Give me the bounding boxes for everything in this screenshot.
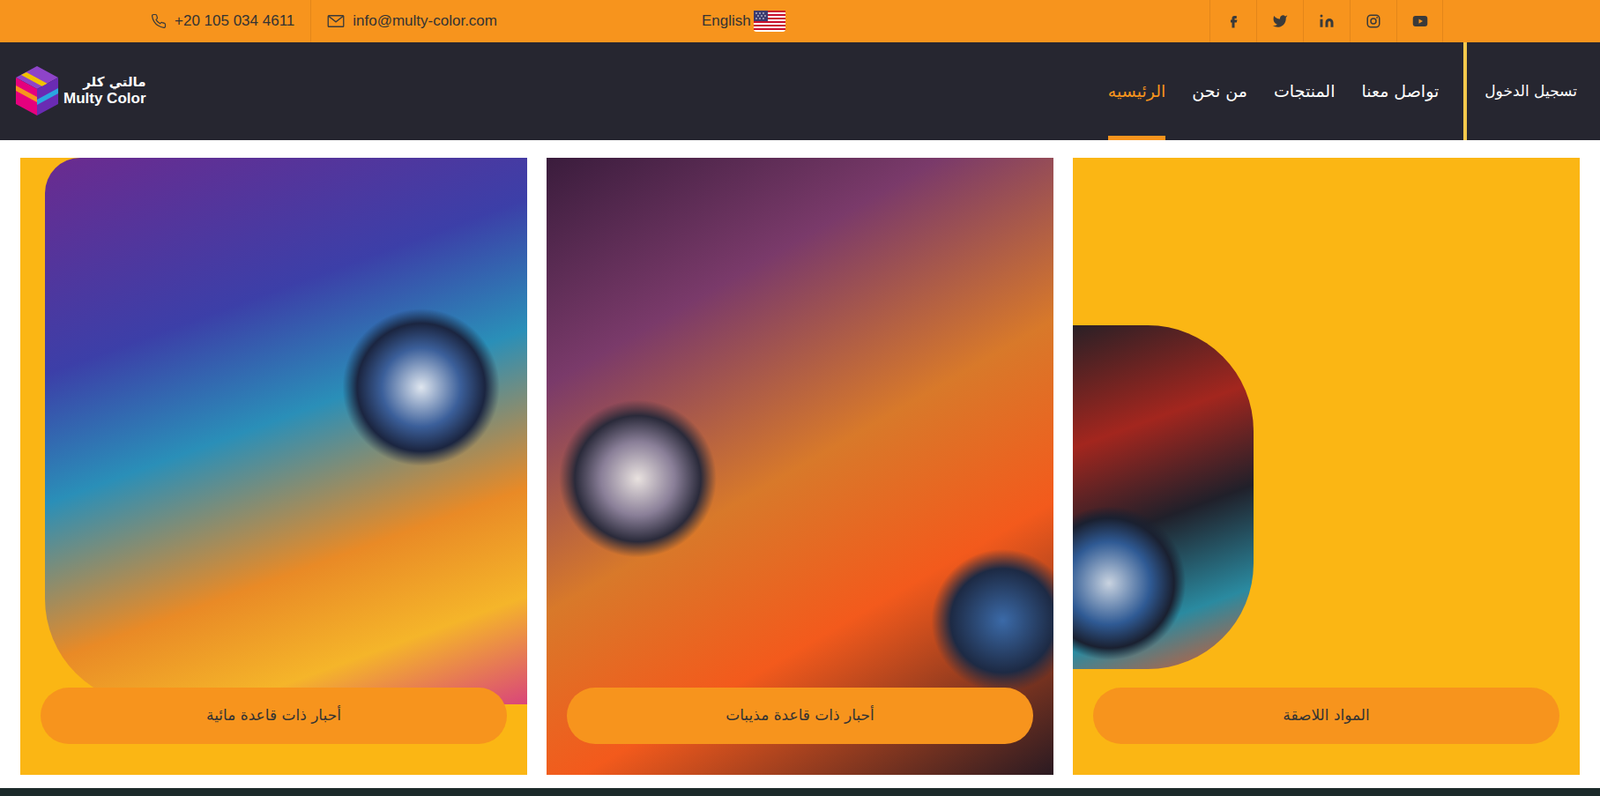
social-link[interactable] — [1256, 0, 1303, 43]
email-icon — [327, 14, 345, 29]
logo-cube-icon — [12, 64, 62, 120]
category-button[interactable]: أحبار ذات قاعدة مذيبات — [566, 687, 1034, 745]
category-label: أحبار ذات قاعدة مذيبات — [725, 704, 875, 728]
phone-icon — [150, 13, 167, 30]
nav-item-label: المنتجات — [1273, 78, 1335, 105]
youtube-icon — [1412, 13, 1429, 30]
category-button[interactable]: أحبار ذات قاعدة مائية — [40, 687, 507, 745]
footer-strip — [0, 788, 1600, 796]
category-button[interactable]: المواد اللاصقة — [1093, 687, 1560, 745]
logo-arabic: مالتي كلر — [82, 74, 146, 90]
language-switch[interactable]: English — [701, 0, 786, 43]
us-flag-icon — [753, 10, 786, 32]
top-bar: +20 105 034 4611 info@multy-color.com Engl… — [0, 0, 1600, 43]
nav-item-label: الرئيسيه — [1108, 78, 1166, 105]
category-card[interactable]: المواد اللاصقة — [1072, 157, 1580, 775]
categories: أحبار ذات قاعدة مائية أحبار ذات قاعدة مذي… — [0, 140, 1600, 789]
main-nav: مالتي كلرMulty Color الرئيسيه من نحن المنتج… — [0, 42, 1600, 141]
card-photo — [1072, 325, 1254, 670]
login-link[interactable]: تسجيل الدخول — [1463, 42, 1600, 141]
card-photo — [44, 157, 528, 705]
email[interactable]: info@multy-color.com — [311, 0, 498, 43]
language-text: English — [701, 9, 752, 33]
card-photo — [546, 157, 1054, 775]
login-text: تسجيل الدخول — [1484, 80, 1578, 104]
linkedin-icon — [1318, 13, 1335, 30]
instagram-icon — [1365, 13, 1382, 30]
email-text: info@multy-color.com — [352, 9, 498, 33]
category-card[interactable]: أحبار ذات قاعدة مذيبات — [546, 157, 1054, 775]
nav-item[interactable]: الرئيسيه — [1108, 42, 1166, 141]
logo-latin: Multy Color — [63, 89, 147, 108]
twitter-icon — [1272, 13, 1288, 30]
nav-item-label: من نحن — [1191, 78, 1248, 105]
phone-text: +20 105 034 4611 — [174, 9, 295, 33]
facebook-icon — [1225, 13, 1242, 30]
nav-menu: الرئيسيه من نحن المنتجات تواصل معنا — [1108, 42, 1439, 141]
social-links — [1209, 0, 1444, 43]
nav-item-label: تواصل معنا — [1361, 78, 1439, 105]
social-link[interactable] — [1302, 0, 1350, 43]
logo[interactable]: مالتي كلرMulty Color — [12, 64, 147, 120]
category-label: المواد اللاصقة — [1282, 704, 1370, 728]
social-link[interactable] — [1396, 0, 1444, 43]
nav-item[interactable]: المنتجات — [1273, 42, 1335, 141]
nav-item[interactable]: تواصل معنا — [1361, 42, 1439, 141]
category-label: أحبار ذات قاعدة مائية — [206, 704, 342, 728]
social-link[interactable] — [1349, 0, 1397, 43]
nav-item[interactable]: من نحن — [1191, 42, 1248, 141]
social-link[interactable] — [1209, 0, 1257, 43]
category-card[interactable]: أحبار ذات قاعدة مائية — [20, 157, 528, 775]
phone[interactable]: +20 105 034 4611 — [150, 0, 312, 43]
